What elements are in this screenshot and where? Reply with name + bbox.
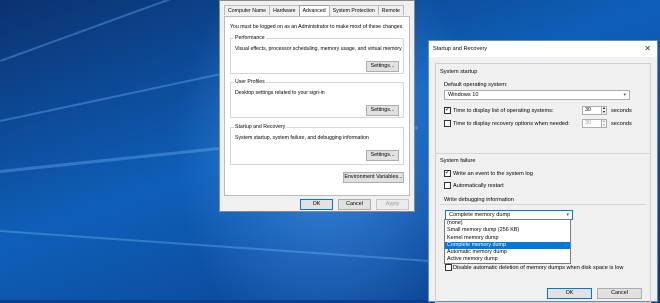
checkmark-icon: ✓ [445,107,451,113]
disable-delete-label: Disable automatic deletion of memory dum… [453,265,624,271]
default-os-select[interactable]: Windows 10 ▾ [444,90,630,100]
startup-recovery-title: Startup and Recovery [234,124,287,130]
debug-type-dropdown: (none) Small memory dump (256 KB) Kernel… [444,219,571,264]
write-event-label: Write an event to the system log [453,171,533,177]
debug-option-selected[interactable]: Complete memory dump [445,241,570,250]
time-list-input[interactable]: 30 [582,106,602,115]
cancel-button[interactable]: Cancel [338,199,371,210]
disable-delete-checkbox[interactable] [445,264,452,271]
performance-settings-button[interactable]: Settings... [366,61,399,72]
chevron-down-icon: ▾ [623,92,626,98]
user-profiles-title: User Profiles [234,79,266,85]
user-profiles-desc: Desktop settings related to your sign-in [235,90,325,96]
debug-type-value: Complete memory dump [449,212,511,218]
sr-ok-button[interactable]: OK [547,288,592,299]
performance-desc: Visual effects, processor scheduling, me… [235,46,402,52]
title-bar[interactable]: Startup and Recovery ✕ [429,41,657,57]
system-properties-dialog: Computer Name Hardware Advanced System P… [219,0,415,212]
tab-computer-name[interactable]: Computer Name [224,5,271,15]
time-list-checkbox[interactable]: ✓ [444,107,451,114]
dialog-title: Startup and Recovery [433,46,488,52]
time-list-unit: seconds [611,108,632,114]
auto-restart-checkbox[interactable] [444,182,451,189]
checkmark-icon: ✓ [445,170,451,176]
startup-recovery-desc: System startup, system failure, and debu… [235,135,369,141]
debug-option[interactable]: Small memory dump (256 KB) [445,227,570,234]
ok-button[interactable]: OK [300,199,333,210]
tab-hardware[interactable]: Hardware [269,5,300,15]
auto-restart-label: Automatically restart [453,183,504,189]
debug-option[interactable]: Automatic memory dump [445,249,570,256]
debug-option[interactable]: (none) [445,220,570,227]
admin-note: You must be logged on as an Administrato… [230,24,404,30]
time-recovery-unit: seconds [611,121,632,127]
tab-system-protection[interactable]: System Protection [328,5,379,15]
time-recovery-label: Time to display recovery options when ne… [453,121,570,127]
tab-strip: Computer Name Hardware Advanced System P… [224,5,404,16]
time-recovery-checkbox[interactable] [444,120,451,127]
section-divider [435,153,651,154]
environment-variables-button[interactable]: Environment Variables... [343,172,404,183]
apply-button[interactable]: Apply [376,199,409,210]
debug-option[interactable]: Active memory dump [445,256,570,263]
close-icon[interactable]: ✕ [644,44,651,53]
time-recovery-input[interactable]: 30 [582,119,602,128]
light-ray [0,230,429,262]
performance-title: Performance [234,35,266,41]
time-recovery-spinner[interactable]: ▲ ▼ [601,119,607,128]
tab-advanced[interactable]: Advanced [298,5,330,16]
time-list-spinner[interactable]: ▲ ▼ [601,106,607,115]
system-failure-heading: System failure [440,158,476,164]
debug-group-border [440,204,646,205]
default-os-label: Default operating system: [444,82,508,88]
write-event-checkbox[interactable]: ✓ [444,170,451,177]
default-os-value: Windows 10 [448,92,479,98]
startup-recovery-settings-button[interactable]: Settings... [366,150,399,161]
system-startup-heading: System startup [440,69,478,75]
time-list-label: Time to display list of operating system… [453,108,554,114]
write-debug-heading: Write debugging information [444,197,514,203]
tab-remote[interactable]: Remote [377,5,404,15]
sr-cancel-button[interactable]: Cancel [597,288,642,299]
debug-option[interactable]: Kernel memory dump [445,235,570,242]
user-profiles-settings-button[interactable]: Settings... [366,105,399,116]
